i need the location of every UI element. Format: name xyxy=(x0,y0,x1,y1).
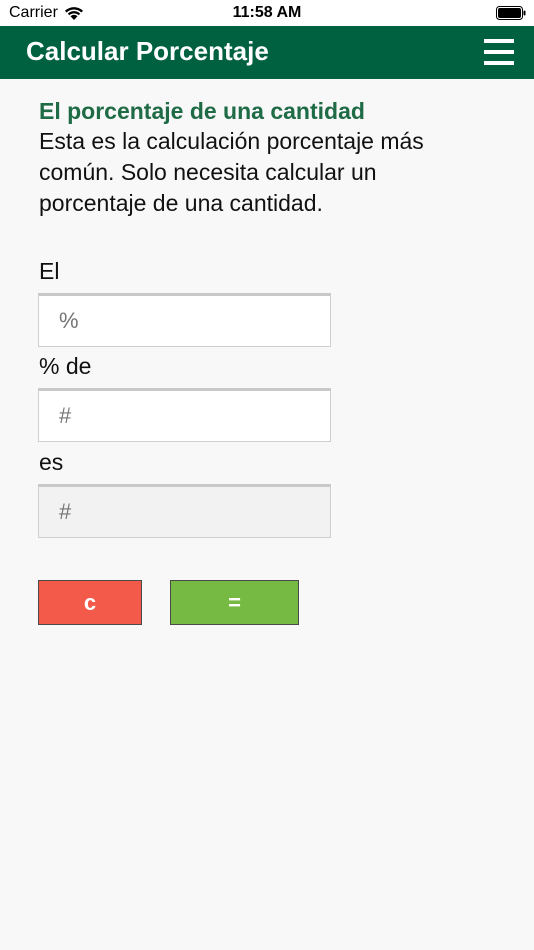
equals-button[interactable]: = xyxy=(170,580,299,625)
section-description: Esta es la calculación porcentaje más co… xyxy=(39,128,424,216)
hamburger-menu-icon[interactable] xyxy=(484,39,514,65)
label-percent-de: % de xyxy=(39,353,92,379)
battery-icon xyxy=(496,6,526,20)
result-field xyxy=(38,484,331,538)
intro-section: El porcentaje de una cantidad Esta es la… xyxy=(39,96,499,219)
label-es: es xyxy=(39,449,64,475)
status-time: 11:58 AM xyxy=(232,4,302,21)
amount-input[interactable] xyxy=(38,388,331,442)
page-title: Calcular Porcentaje xyxy=(26,36,269,66)
label-el: El xyxy=(39,258,60,284)
status-bar: Carrier 11:58 AM xyxy=(0,0,534,26)
percent-input[interactable] xyxy=(38,293,331,347)
app-header: Calcular Porcentaje xyxy=(0,26,534,79)
clear-button[interactable]: c xyxy=(38,580,142,625)
section-title: El porcentaje de una cantidad xyxy=(39,98,365,124)
